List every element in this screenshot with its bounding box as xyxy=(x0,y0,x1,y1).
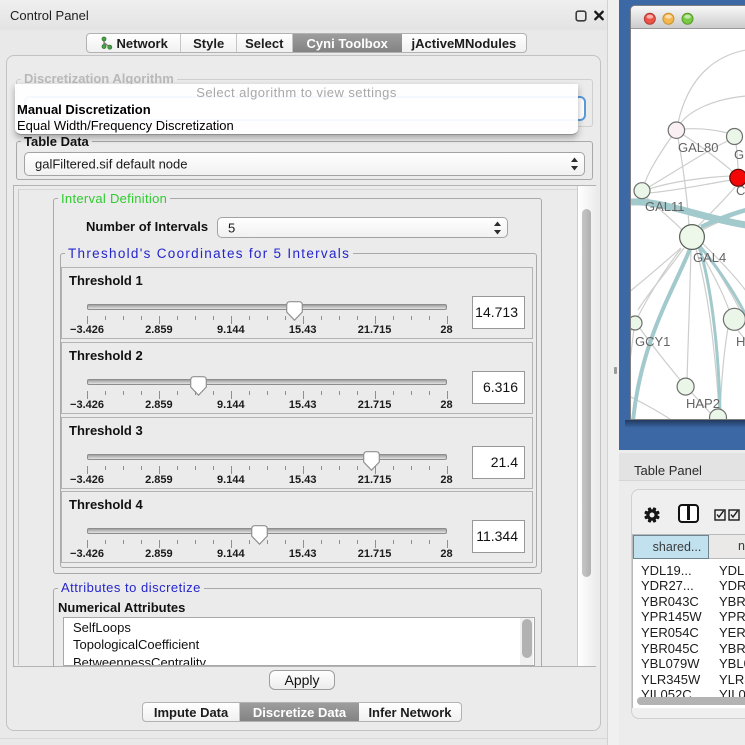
svg-text:H.: H. xyxy=(736,334,745,349)
svg-text:GCY1: GCY1 xyxy=(635,334,670,349)
svg-text:C: C xyxy=(736,183,745,198)
svg-text:G.: G. xyxy=(734,147,745,162)
svg-text:GAL80: GAL80 xyxy=(678,140,718,155)
svg-text:GAL4: GAL4 xyxy=(693,250,726,265)
svg-text:HAP2: HAP2 xyxy=(686,396,720,411)
svg-text:GAL11: GAL11 xyxy=(645,199,685,214)
